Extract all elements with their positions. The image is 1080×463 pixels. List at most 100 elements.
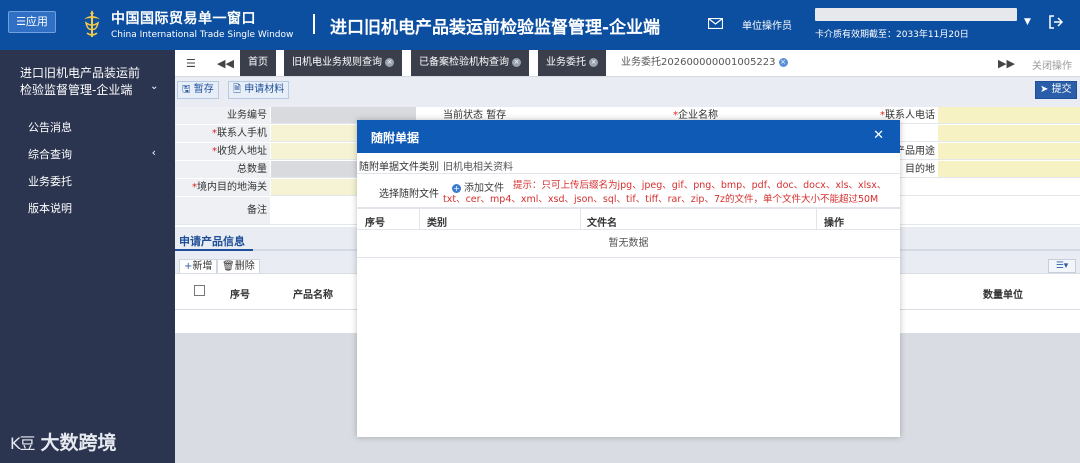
submit-button[interactable]: ➤ 提交 bbox=[1035, 81, 1077, 99]
sidebar-item-announcements[interactable]: 公告消息 bbox=[28, 119, 72, 135]
close-icon[interactable]: × bbox=[778, 57, 788, 67]
logout-icon[interactable] bbox=[1048, 14, 1064, 30]
destination-field[interactable] bbox=[938, 161, 1080, 177]
brand-english: China International Trade Single Window bbox=[111, 30, 294, 40]
product-use-label: 产品用途 bbox=[895, 146, 935, 157]
chevron-down-icon[interactable]: ⌄ bbox=[150, 81, 158, 92]
product-section-title[interactable]: 申请产品信息 bbox=[179, 233, 245, 249]
sidebar-item-query[interactable]: 综合查询 ‹ bbox=[28, 146, 168, 162]
select-file-label: 选择随附文件 bbox=[379, 189, 439, 200]
tab-delegation[interactable]: 业务委托 × bbox=[538, 50, 606, 76]
brand-chinese: 中国国际贸易单一窗口 bbox=[111, 11, 256, 27]
sidebar-item-version[interactable]: 版本说明 bbox=[28, 200, 72, 216]
close-icon[interactable]: × bbox=[385, 57, 394, 67]
system-title: 进口旧机电产品装运前检验监督管理-企业端 bbox=[330, 18, 661, 38]
close-icon[interactable]: ✕ bbox=[873, 128, 884, 143]
menu-toggle-icon[interactable]: ☰ bbox=[186, 57, 196, 70]
col-index: 序号 bbox=[365, 218, 385, 229]
tab-label: 首页 bbox=[248, 57, 268, 68]
col-divider bbox=[580, 209, 581, 230]
watermark-text: 大数跨境 bbox=[40, 432, 117, 454]
operator-role: 单位操作员 bbox=[742, 21, 792, 32]
user-name-field-redacted bbox=[815, 8, 1017, 21]
business-no-label: 业务编号 bbox=[175, 107, 270, 124]
scroll-right-icon[interactable]: ▶▶ bbox=[998, 57, 1015, 70]
attachment-table-header: 序号 类别 文件名 操作 bbox=[357, 208, 900, 230]
contact-phone-field[interactable] bbox=[938, 107, 1080, 123]
tab-label: 旧机电业务规则查询 bbox=[292, 57, 382, 68]
doc-type-row: 随附单据文件类别 旧机电相关资料 bbox=[357, 155, 900, 174]
upload-hint: 提示：只可上传后缀名为jpg、jpeg、gif、png、bmp、pdf、doc、… bbox=[443, 180, 887, 205]
col-divider bbox=[816, 209, 817, 230]
right-field[interactable] bbox=[938, 125, 1080, 141]
tab-delegation-detail[interactable]: 业务委托202600000001005223 × bbox=[613, 50, 796, 76]
tab-rules-query[interactable]: 旧机电业务规则查询 × bbox=[284, 50, 402, 76]
sidebar-item-label: 业务委托 bbox=[28, 175, 72, 188]
tab-label: 业务委托202600000001005223 bbox=[621, 57, 776, 68]
col-index: 序号 bbox=[230, 290, 250, 301]
add-file-button[interactable]: + 添加文件 bbox=[452, 179, 504, 194]
mail-icon[interactable] bbox=[708, 18, 723, 29]
tab-label: 业务委托 bbox=[546, 57, 586, 68]
col-qty-unit: 数量单位 bbox=[983, 290, 1023, 301]
sidebar-system-title[interactable]: 进口旧机电产品装运前检验监督管理-企业端 bbox=[20, 65, 150, 99]
col-category: 类别 bbox=[427, 218, 447, 229]
apply-materials-button[interactable]: 🗎 申请材料 bbox=[228, 81, 290, 99]
close-icon[interactable]: × bbox=[512, 57, 521, 67]
doc-type-value[interactable]: 旧机电相关资料 bbox=[443, 158, 513, 173]
watermark-logo: K豆 bbox=[10, 433, 35, 453]
tab-home[interactable]: 首页 bbox=[240, 50, 276, 76]
empty-state: 暂无数据 bbox=[357, 230, 900, 258]
contact-mobile-label: *联系人手机 bbox=[175, 125, 270, 142]
col-product-name: 产品名称 bbox=[293, 290, 333, 301]
select-file-row: 选择随附文件 提示：只可上传后缀名为jpg、jpeg、gif、png、bmp、p… bbox=[357, 175, 900, 208]
button-label: 提交 bbox=[1051, 84, 1072, 95]
select-all-checkbox[interactable] bbox=[194, 285, 205, 296]
sidebar-item-label: 综合查询 bbox=[28, 148, 72, 161]
sidebar-item-label: 公告消息 bbox=[28, 121, 72, 134]
product-use-field[interactable] bbox=[938, 143, 1080, 159]
button-label: 新增 bbox=[192, 261, 213, 272]
sidebar-item-label: 版本说明 bbox=[28, 202, 72, 215]
button-label: 添加文件 bbox=[464, 183, 504, 194]
app-menu-button[interactable]: ☰应用 bbox=[8, 11, 56, 33]
tab-bar: ☰ ◀◀ 首页 旧机电业务规则查询 × 已备案检验机构查询 × 业务委托 × 业务委托… bbox=[175, 50, 1080, 77]
button-label: 申请材料 bbox=[244, 84, 285, 95]
sidebar: 进口旧机电产品装运前检验监督管理-企业端 ⌄ 公告消息 综合查询 ‹ 业务委托 版… bbox=[0, 50, 175, 463]
trash-icon: 🗑 bbox=[222, 261, 235, 272]
top-header: ☰应用 中国国际贸易单一窗口 China International Trade… bbox=[0, 0, 1080, 50]
tab-agency-query[interactable]: 已备案检验机构查询 × bbox=[411, 50, 529, 76]
consignee-address-label: *收货人地址 bbox=[175, 143, 270, 160]
col-filename: 文件名 bbox=[587, 218, 617, 229]
attachment-modal: 随附单据 ✕ 随附单据文件类别 旧机电相关资料 选择随附文件 提示：只可上传后缀… bbox=[357, 120, 900, 437]
close-icon[interactable]: × bbox=[589, 57, 598, 67]
active-tab-underline bbox=[175, 249, 253, 251]
user-dropdown-icon[interactable]: ▼ bbox=[1024, 17, 1031, 27]
close-operations-button[interactable]: 关闭操作 bbox=[1032, 57, 1072, 72]
header-divider bbox=[313, 14, 315, 34]
document-icon: 🗎 bbox=[233, 84, 242, 95]
col-actions: 操作 bbox=[824, 218, 844, 229]
add-circle-icon: + bbox=[452, 183, 461, 193]
chevron-left-icon: ‹ bbox=[151, 146, 156, 159]
doc-type-label: 随附单据文件类别 bbox=[359, 162, 439, 173]
scroll-left-icon[interactable]: ◀◀ bbox=[217, 57, 234, 70]
button-label: 暂存 bbox=[193, 84, 214, 95]
sidebar-item-delegation[interactable]: 业务委托 bbox=[28, 173, 72, 189]
column-settings-icon[interactable]: ☰▾ bbox=[1048, 259, 1076, 273]
watermark: K豆 大数跨境 bbox=[10, 428, 117, 455]
delete-product-button[interactable]: 🗑删除 bbox=[217, 259, 260, 274]
send-icon: ➤ bbox=[1040, 84, 1049, 95]
single-window-logo-icon bbox=[84, 10, 100, 37]
domestic-port-label: *境内目的地海关 bbox=[175, 179, 270, 196]
col-divider bbox=[419, 209, 420, 230]
destination-label: 目的地 bbox=[905, 164, 935, 175]
card-validity-text: 卡介质有效期截至：2033年11月20日 bbox=[815, 30, 969, 40]
add-product-button[interactable]: +新增 bbox=[179, 259, 218, 274]
tab-label: 已备案检验机构查询 bbox=[419, 57, 509, 68]
total-qty-label: 总数量 bbox=[175, 161, 270, 178]
save-draft-button[interactable]: 🖫 暂存 bbox=[177, 81, 219, 99]
modal-title: 随附单据 bbox=[371, 131, 420, 145]
save-icon: 🖫 bbox=[182, 84, 191, 95]
remark-label: 备注 bbox=[175, 197, 270, 224]
